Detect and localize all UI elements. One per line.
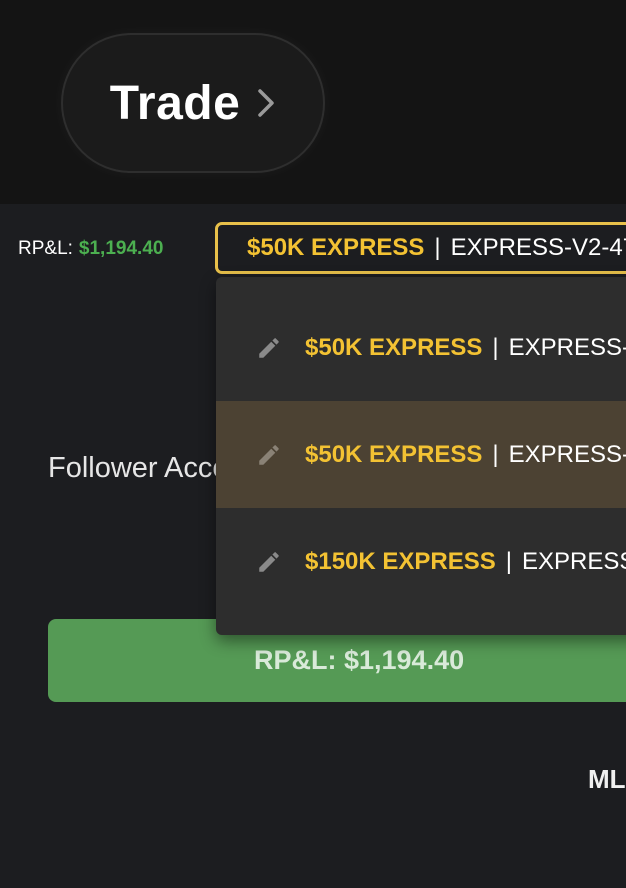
account-separator: |	[434, 234, 441, 261]
pencil-icon[interactable]	[256, 442, 282, 473]
dropdown-item-plan: $150K EXPRESS	[305, 547, 496, 575]
rpl-label: RP&L:	[18, 238, 73, 259]
account-dropdown: $50K EXPRESS | EXPRESS-V2 $50K EXPRESS |…	[216, 277, 626, 635]
dropdown-item-selected[interactable]: $50K EXPRESS | EXPRESS-V2	[216, 401, 626, 508]
dropdown-item-plan: $50K EXPRESS	[305, 333, 483, 361]
dropdown-item[interactable]: $150K EXPRESS | EXPRESS-V	[216, 508, 626, 615]
trade-label: Trade	[109, 76, 241, 130]
account-plan: $50K EXPRESS	[247, 234, 425, 261]
rpl-summary: RP&L: $1,194.40	[18, 236, 163, 262]
account-select[interactable]: $50K EXPRESS | EXPRESS-V2-4717	[215, 222, 626, 274]
dropdown-item-separator: |	[505, 547, 513, 575]
dropdown-item-code: EXPRESS-V2	[508, 333, 626, 361]
dropdown-item-separator: |	[492, 333, 499, 361]
rpl-bar-text: RP&L: $1,194.40	[254, 645, 465, 675]
chevron-right-icon	[256, 88, 276, 123]
dropdown-item-code: EXPRESS-V	[522, 547, 626, 575]
dropdown-item-plan: $50K EXPRESS	[305, 440, 483, 468]
follower-account-label: Follower Acco	[48, 452, 229, 484]
pencil-icon[interactable]	[256, 549, 282, 580]
trade-button[interactable]: Trade	[61, 33, 325, 173]
dropdown-item-code: EXPRESS-V2	[508, 440, 626, 468]
account-code: EXPRESS-V2-4717	[450, 234, 626, 261]
top-bar: Trade	[0, 0, 626, 204]
rpl-value: $1,194.40	[78, 238, 164, 259]
ml-label: ML	[588, 764, 626, 794]
dropdown-item[interactable]: $50K EXPRESS | EXPRESS-V2	[216, 294, 626, 401]
pencil-icon[interactable]	[256, 335, 282, 366]
dropdown-item-separator: |	[492, 440, 499, 468]
